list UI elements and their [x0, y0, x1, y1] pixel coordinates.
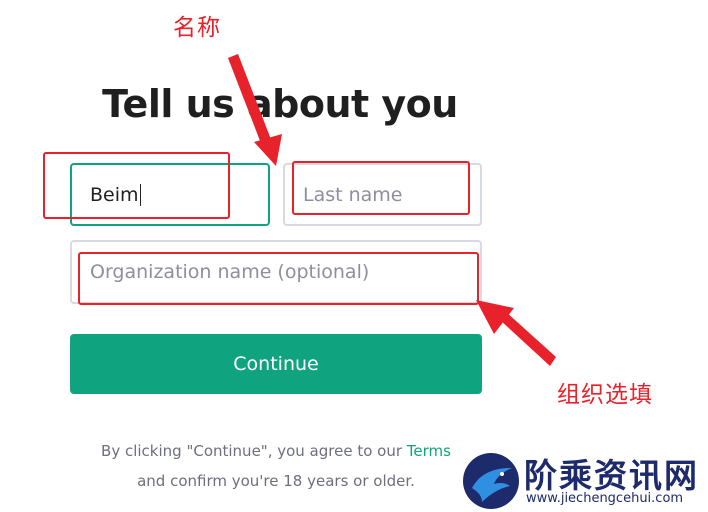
last-name-placeholder: Last name: [303, 183, 403, 206]
first-name-field[interactable]: Beim: [70, 163, 270, 226]
watermark-bird-logo-icon: [463, 453, 519, 509]
terms-line1-prefix: By clicking "Continue", you agree to our: [101, 442, 407, 460]
terms-line2: and confirm you're 18 years or older.: [137, 472, 415, 490]
organization-name-field[interactable]: Organization name (optional): [70, 240, 482, 304]
first-name-value: Beim: [90, 183, 139, 206]
annotation-label-optional: 组织选填: [557, 382, 653, 408]
terms-text: By clicking "Continue", you agree to our…: [60, 436, 492, 496]
arrow-head-name: [254, 134, 282, 166]
terms-link[interactable]: Terms: [407, 442, 451, 460]
watermark-url: www.jiechengcehui.com: [526, 491, 684, 506]
arrow-shaft-optional: [500, 312, 556, 366]
annotation-label-name: 名称: [173, 15, 221, 41]
last-name-field[interactable]: Last name: [283, 163, 482, 226]
text-caret: [139, 183, 142, 206]
organization-name-placeholder: Organization name (optional): [90, 261, 370, 283]
watermark-text: 阶乘资讯网: [524, 456, 699, 495]
page-title: Tell us about you: [102, 82, 458, 126]
arrow-head-optional: [476, 300, 514, 334]
continue-button[interactable]: Continue: [70, 334, 482, 394]
